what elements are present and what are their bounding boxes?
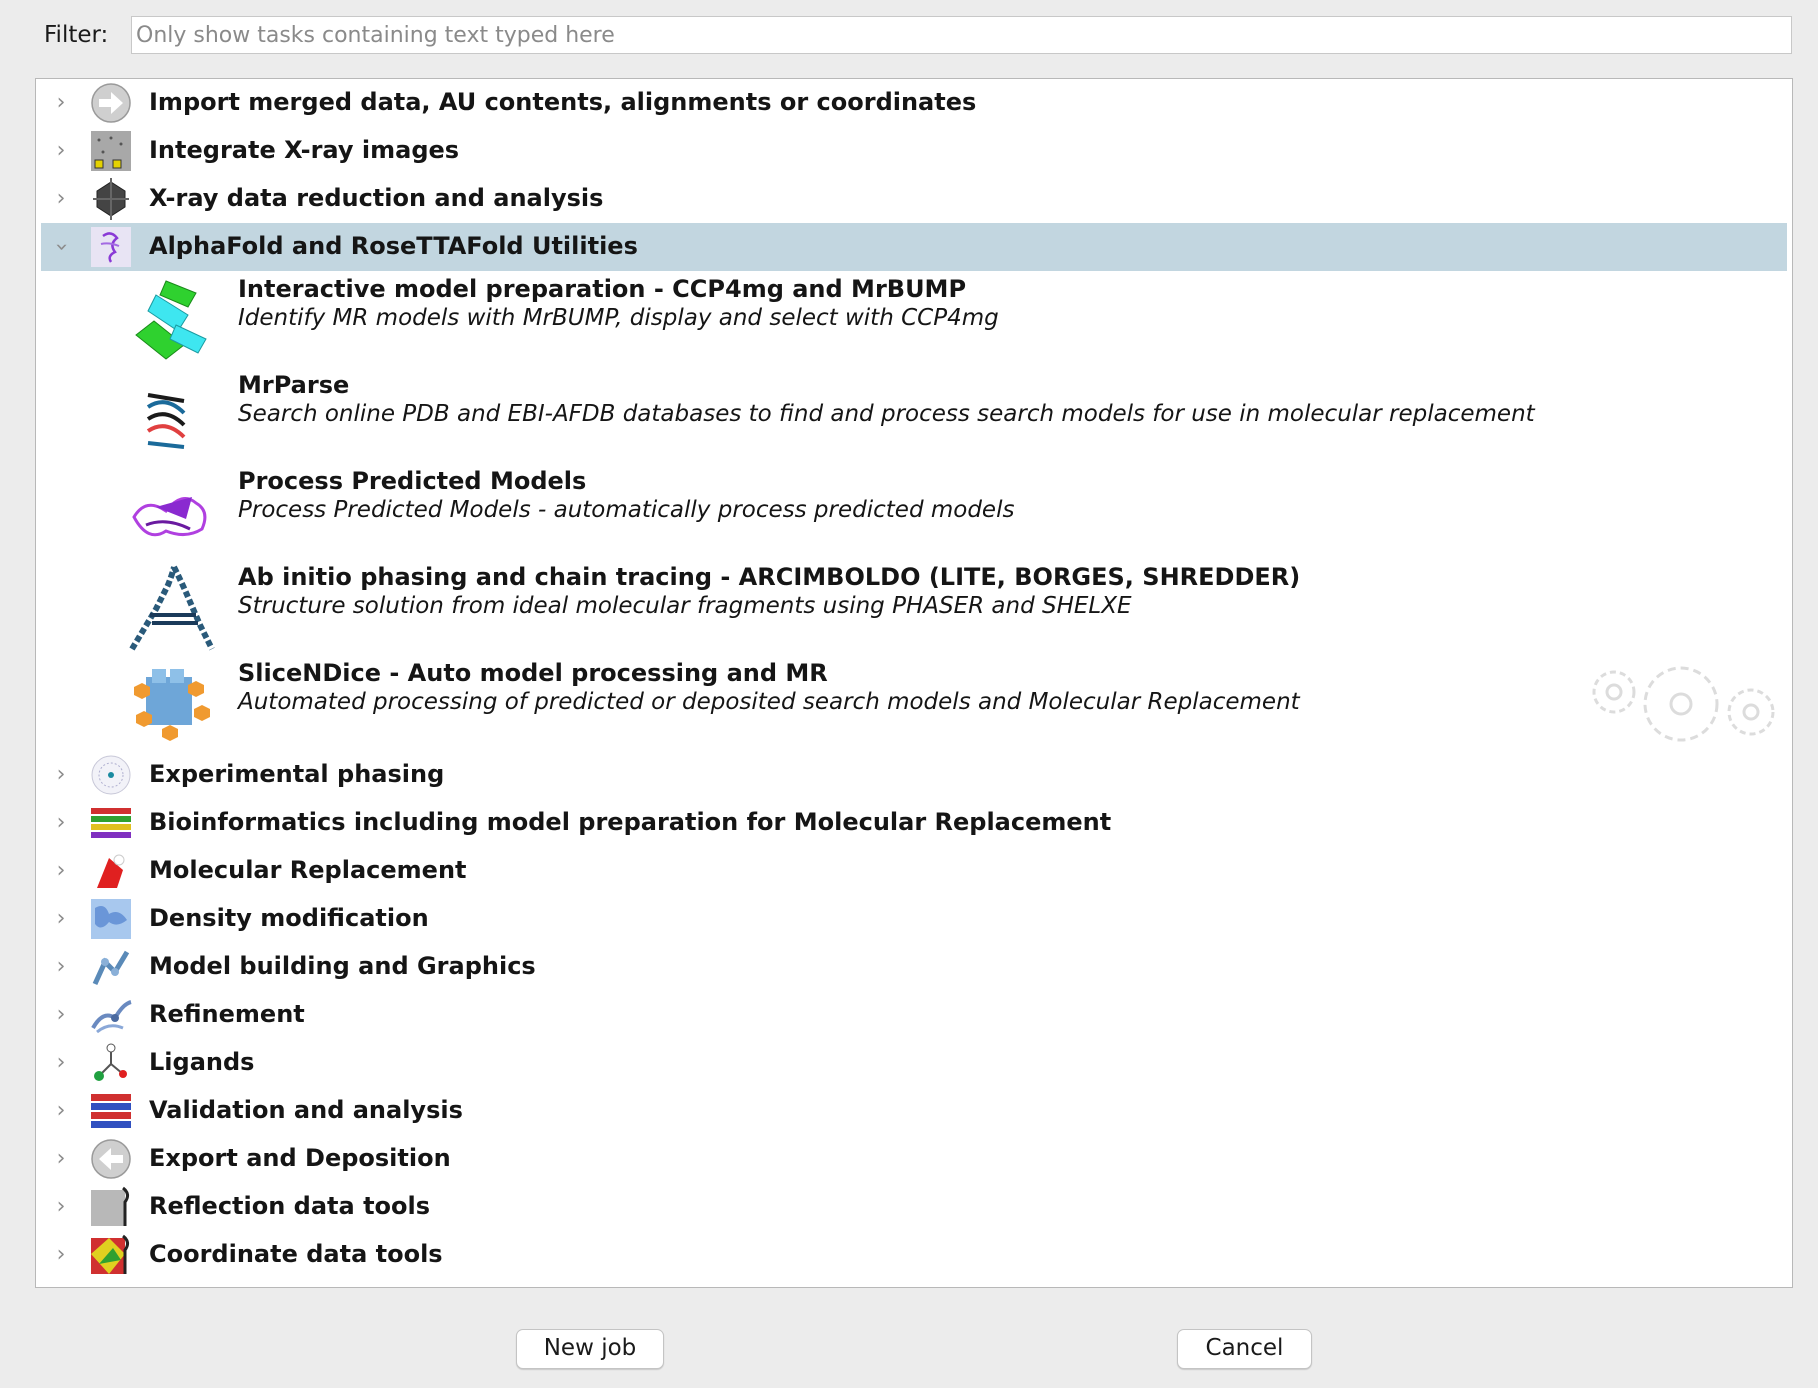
task-description: Process Predicted Models - automatically… [238, 497, 1015, 523]
category-data-reduction[interactable]: › X-ray data reduction and analysis [41, 175, 1787, 223]
category-label: Molecular Replacement [149, 856, 467, 884]
category-label: Coordinate data tools [149, 1240, 443, 1268]
task-process-predicted-models[interactable]: Process Predicted Models Process Predict… [126, 463, 1726, 559]
task-description: Search online PDB and EBI-AFDB databases… [238, 401, 1535, 427]
process-predicted-models-icon [132, 497, 207, 537]
category-bioinformatics[interactable]: › Bioinformatics including model prepara… [41, 799, 1787, 847]
task-title: Interactive model preparation - CCP4mg a… [238, 275, 967, 303]
mrparse-icon [146, 393, 186, 449]
category-export[interactable]: › Export and Deposition [41, 1135, 1787, 1183]
chevron-right-icon[interactable]: › [49, 1001, 73, 1029]
coordinate-tools-icon [91, 1234, 130, 1274]
task-description: Automated processing of predicted or dep… [238, 689, 1300, 715]
category-import[interactable]: › Import merged data, AU contents, align… [41, 79, 1787, 127]
chevron-right-icon[interactable]: › [49, 137, 73, 165]
chevron-right-icon[interactable]: › [49, 1145, 73, 1173]
ligand-icon [94, 1043, 127, 1081]
molecular-replacement-icon [97, 854, 125, 888]
task-mrparse[interactable]: MrParse Search online PDB and EBI-AFDB d… [126, 367, 1726, 463]
crystal-icon [93, 178, 129, 220]
filter-bar: Filter: [0, 0, 1818, 76]
category-validation[interactable]: › Validation and analysis [41, 1087, 1787, 1135]
category-label: Refinement [149, 1000, 305, 1028]
task-title: Process Predicted Models [238, 467, 587, 495]
category-label: Model building and Graphics [149, 952, 536, 980]
filter-label: Filter: [44, 22, 109, 48]
gears-icon [1592, 666, 1775, 742]
alignment-icon [91, 808, 131, 838]
export-arrow-icon [91, 1139, 131, 1179]
task-description: Structure solution from ideal molecular … [238, 593, 1132, 619]
category-label: Density modification [149, 904, 429, 932]
chevron-right-icon[interactable]: › [49, 809, 73, 837]
category-label: Reflection data tools [149, 1192, 431, 1220]
category-model-building[interactable]: › Model building and Graphics [41, 943, 1787, 991]
ccp4mg-mrbump-icon [135, 280, 207, 360]
model-building-icon [92, 950, 130, 986]
task-title: MrParse [238, 371, 350, 399]
category-refinement[interactable]: › Refinement [41, 991, 1787, 1039]
import-arrow-icon [91, 83, 131, 123]
chevron-right-icon[interactable]: › [49, 1193, 73, 1221]
density-icon [91, 899, 131, 939]
phasing-icon [91, 755, 131, 795]
category-ligands[interactable]: › Ligands [41, 1039, 1787, 1087]
chevron-right-icon[interactable]: › [49, 1049, 73, 1077]
new-job-button[interactable]: New job [516, 1329, 664, 1369]
alphafold-icon [91, 227, 131, 267]
category-label: Experimental phasing [149, 760, 445, 788]
task-ccp4mg-mrbump[interactable]: Interactive model preparation - CCP4mg a… [126, 271, 1726, 367]
chevron-down-icon[interactable]: › [47, 235, 75, 259]
category-integrate[interactable]: › Integrate X-ray images [41, 127, 1787, 175]
category-coordinate-tools[interactable]: › Coordinate data tools [41, 1231, 1787, 1279]
validation-icon [91, 1094, 131, 1128]
slicendice-icon [134, 669, 210, 741]
chevron-right-icon[interactable]: › [49, 953, 73, 981]
category-alphafold[interactable]: › AlphaFold and RoseTTAFold Utilities [41, 223, 1787, 271]
category-label: AlphaFold and RoseTTAFold Utilities [149, 232, 638, 260]
task-title: SliceNDice - Auto model processing and M… [238, 659, 828, 687]
arcimboldo-icon [129, 565, 215, 651]
category-density-modification[interactable]: › Density modification [41, 895, 1787, 943]
refinement-icon [91, 1000, 132, 1034]
category-reflection-tools[interactable]: › Reflection data tools [41, 1183, 1787, 1231]
category-label: Bioinformatics including model preparati… [149, 808, 1112, 836]
filter-input[interactable] [131, 16, 1792, 54]
task-title: Ab initio phasing and chain tracing - AR… [238, 563, 1301, 591]
category-label: Integrate X-ray images [149, 136, 460, 164]
category-molecular-replacement[interactable]: › Molecular Replacement [41, 847, 1787, 895]
diffraction-image-icon [91, 131, 131, 171]
chevron-right-icon[interactable]: › [49, 1241, 73, 1269]
category-label: Export and Deposition [149, 1144, 451, 1172]
chevron-right-icon[interactable]: › [49, 905, 73, 933]
category-label: Ligands [149, 1048, 255, 1076]
chevron-right-icon[interactable]: › [49, 89, 73, 117]
reflection-tools-icon [91, 1186, 130, 1226]
category-label: X-ray data reduction and analysis [149, 184, 604, 212]
chevron-right-icon[interactable]: › [49, 761, 73, 789]
cancel-button[interactable]: Cancel [1177, 1329, 1312, 1369]
task-slicendice[interactable]: SliceNDice - Auto model processing and M… [126, 655, 1726, 751]
category-label: Validation and analysis [149, 1096, 463, 1124]
chevron-right-icon[interactable]: › [49, 185, 73, 213]
task-arcimboldo[interactable]: Ab initio phasing and chain tracing - AR… [126, 559, 1726, 655]
category-experimental-phasing[interactable]: › Experimental phasing [41, 751, 1787, 799]
category-label: Import merged data, AU contents, alignme… [149, 88, 977, 116]
task-tree[interactable]: › Import merged data, AU contents, align… [35, 78, 1793, 1288]
task-description: Identify MR models with MrBUMP, display … [238, 305, 999, 331]
chevron-right-icon[interactable]: › [49, 857, 73, 885]
chevron-right-icon[interactable]: › [49, 1097, 73, 1125]
